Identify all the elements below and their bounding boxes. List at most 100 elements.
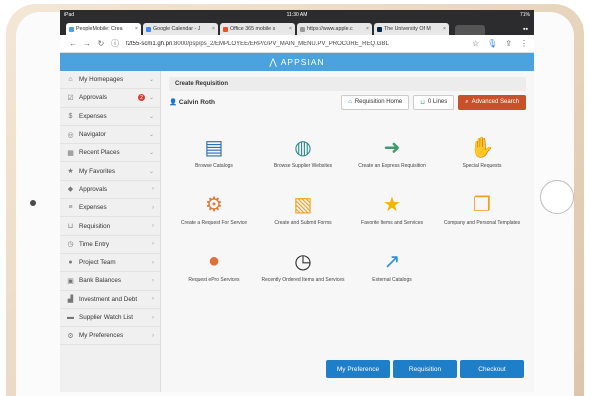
sidebar-item[interactable]: ▣ Bank Balances › xyxy=(60,272,160,291)
arrow-right-icon: ➜ xyxy=(383,136,401,159)
browser-tab[interactable]: https://www.apple.c × xyxy=(297,23,372,35)
action-tile[interactable]: ➜ Create an Express Requisition xyxy=(347,135,437,170)
sidebar-item[interactable]: ◷ Time Entry › xyxy=(60,236,160,254)
prefs-icon: ⚙ xyxy=(67,332,74,340)
external-link-icon: ↗ xyxy=(383,250,401,273)
home-button[interactable] xyxy=(540,180,574,214)
cart-icon: ⊔ xyxy=(420,99,425,106)
form-icon: ▧ xyxy=(293,193,313,216)
forward-icon[interactable]: → xyxy=(80,39,94,48)
tile-label: Browse Catalogs xyxy=(195,163,233,169)
sidebar-item[interactable]: ▬ Supplier Watch List › xyxy=(60,309,160,328)
advanced-search-button[interactable]: ⌕ Advanced Search xyxy=(458,94,526,110)
tab-favicon xyxy=(377,26,382,32)
tile-label: Request ePro Services xyxy=(188,277,240,283)
chevron-icon: ⌄ xyxy=(148,113,154,120)
sidebar-item[interactable]: ◆ Approvals › xyxy=(60,181,160,200)
sidebar-item[interactable]: $ Expenses ⌄ xyxy=(60,108,160,126)
sidebar-item-label: Supplier Watch List xyxy=(79,314,134,321)
action-tile[interactable]: ◍ Browse Supplier Websites xyxy=(258,135,348,170)
sidebar-item-label: Recent Places xyxy=(79,149,120,157)
close-icon[interactable]: × xyxy=(135,26,138,32)
sidebar-item[interactable]: ◎ Navigator ⌄ xyxy=(60,126,160,145)
sidebar-item[interactable]: ☑ Approvals 2 ⌄ xyxy=(60,89,160,108)
sidebar-item[interactable]: ⌂ My Homepages ⌄ xyxy=(60,71,160,90)
advanced-search-label: Advanced Search xyxy=(471,99,519,105)
status-bar: iPad 11:30 AM 71% xyxy=(60,10,534,20)
url-field[interactable]: f2t55-scm1.gh.pri:8000/psp/ps_2/EMPLOYEE… xyxy=(126,41,472,47)
chevron-icon: › xyxy=(152,241,154,248)
chevron-icon: ⌄ xyxy=(148,77,154,84)
sidebar-item-label: Project Team xyxy=(79,259,116,267)
requisition-home-label: Requisition Home xyxy=(354,99,403,105)
close-icon[interactable]: × xyxy=(366,26,369,32)
sidebar-item-label: My Favorites xyxy=(79,167,116,175)
new-tab-button[interactable] xyxy=(455,25,485,35)
lines-label: 0 Lines xyxy=(427,99,448,105)
tile-label: Create a Request For Service xyxy=(180,220,248,226)
sidebar-item-label: Expenses xyxy=(79,204,107,212)
action-tile[interactable]: ⚙ Create a Request For Service xyxy=(169,192,259,227)
favorite-star-icon: ★ xyxy=(383,193,401,216)
close-icon[interactable]: × xyxy=(443,26,446,32)
action-tile[interactable]: ● Request ePro Services xyxy=(169,249,259,284)
handshake-icon: ✋ xyxy=(469,136,495,159)
user-name: 👤 Calvin Roth xyxy=(169,99,216,106)
close-icon[interactable]: × xyxy=(289,26,292,32)
sidebar-item[interactable]: ▦ Recent Places ⌄ xyxy=(60,144,160,163)
sidebar-item[interactable]: ★ My Favorites ⌄ xyxy=(60,162,160,181)
globe-icon: ◍ xyxy=(294,136,312,159)
home-icon: ⌂ xyxy=(68,76,73,84)
sidebar-item[interactable]: ≡ Expenses › xyxy=(60,199,160,218)
action-tile[interactable]: ▧ Create and Submit Forms xyxy=(258,192,348,227)
tablet-screen: iPad 11:30 AM 71% PeopleMobile: Crea × G… xyxy=(60,10,534,392)
bookmark-star-icon[interactable]: ☆ xyxy=(472,39,479,48)
status-left: iPad xyxy=(64,12,75,18)
chevron-icon: › xyxy=(152,277,154,284)
url-path: :8000/psp/ps_2/EMPLOYEE/ERP/c/PV_MAIN_ME… xyxy=(172,40,389,47)
mic-icon[interactable]: 🎙 xyxy=(487,39,497,48)
action-tile[interactable]: ✋ Special Requests xyxy=(437,135,527,170)
chevron-icon: › xyxy=(152,314,154,321)
tile-label: External Catalogs xyxy=(372,277,412,283)
tile-label: Special Requests xyxy=(462,163,502,169)
browser-tab[interactable]: Office 365 mobile s × xyxy=(220,23,295,35)
browser-tab[interactable]: PeopleMobile: Crea × xyxy=(66,23,141,35)
sidebar-item[interactable]: ⚙ My Preferences › xyxy=(60,327,160,346)
browser-tab[interactable]: The University Of M × xyxy=(374,23,449,35)
sidebar-item-label: Time Entry xyxy=(79,240,110,248)
lines-button[interactable]: ⊔ 0 Lines xyxy=(413,94,455,110)
share-icon[interactable]: ⇪ xyxy=(505,39,512,48)
browser-tab[interactable]: Google Calendar - J × xyxy=(143,23,218,35)
sidebar-item[interactable]: ● Project Team › xyxy=(60,254,160,273)
status-time: 11:30 AM xyxy=(286,12,308,18)
info-icon[interactable]: ⓘ xyxy=(108,38,122,49)
brand-header: ⋀ APPSIAN xyxy=(60,53,534,71)
tile-label: Favorite Items and Services xyxy=(361,220,423,226)
action-tile[interactable]: ▤ Browse Catalogs xyxy=(169,135,259,170)
sidebar-item[interactable]: ⊔ Requisition › xyxy=(60,217,160,236)
action-tile[interactable]: ❐ Company and Personal Templates xyxy=(437,192,527,227)
requisition-button[interactable]: Requisition xyxy=(393,360,457,378)
sidebar-item-label: Investment and Debt xyxy=(79,295,138,303)
sidebar-item-label: Approvals xyxy=(79,94,108,102)
action-tile[interactable]: ↗ External Catalogs xyxy=(347,249,437,284)
calendar-icon: ▦ xyxy=(67,149,74,157)
sidebar-item-label: My Preferences xyxy=(79,332,124,340)
reload-icon[interactable]: ↻ xyxy=(94,39,108,48)
sidebar-item[interactable]: ▟ Investment and Debt › xyxy=(60,291,160,309)
action-tile[interactable]: ◷ Recently Ordered Items and Services xyxy=(258,249,348,284)
sidebar: ⌂ My Homepages ⌄ ☑ Approvals 2 ⌄ $ Expenses ⌄ ◎ Nav… xyxy=(60,71,161,392)
expenses-icon: ≡ xyxy=(68,204,73,212)
action-tile[interactable]: ★ Favorite Items and Services xyxy=(347,192,437,227)
close-icon[interactable]: × xyxy=(212,26,215,32)
status-battery: 71% xyxy=(519,12,530,18)
chevron-icon: › xyxy=(152,186,154,193)
requisition-home-button[interactable]: ⌂ Requisition Home xyxy=(341,94,410,110)
my-preference-button[interactable]: My Preference xyxy=(326,360,390,378)
menu-icon[interactable]: ⋮ xyxy=(520,39,528,48)
checkout-button[interactable]: Checkout xyxy=(460,360,524,378)
tab-switcher-icon[interactable]: ▪▪ xyxy=(523,26,528,33)
back-icon[interactable]: ← xyxy=(66,39,80,48)
recent-clock-icon: ◷ xyxy=(294,250,312,273)
